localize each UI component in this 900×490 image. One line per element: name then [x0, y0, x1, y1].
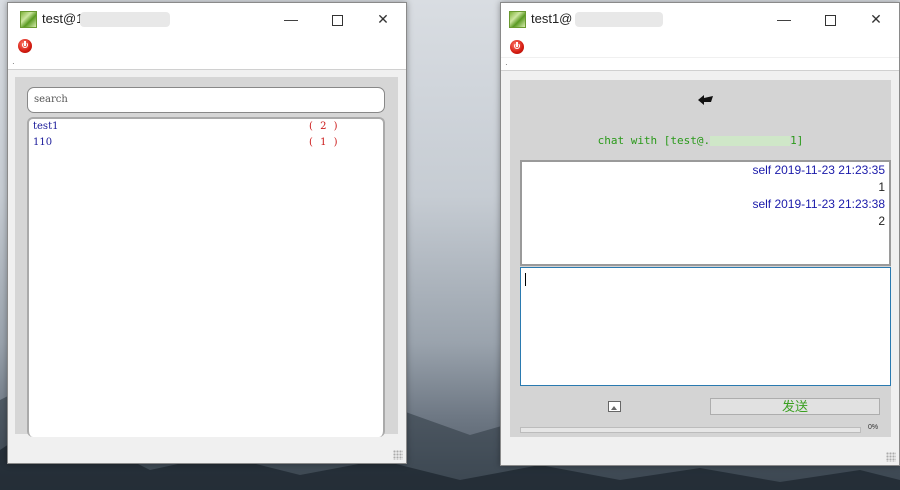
progress-percent: 0% [868, 424, 879, 431]
message: self 2019-11-23 21:23:38 2 [522, 196, 889, 230]
chat-with-label: chat with [test@. 1] [510, 134, 891, 147]
toolbar [501, 35, 899, 57]
contacts-window: test@1 — ✕ · search test1 ( 2 ) 110 ( 1 … [7, 2, 407, 464]
unread-count: ( 2 ) [309, 121, 340, 132]
menu-strip: · [8, 57, 406, 70]
message-body: 2 [878, 214, 885, 228]
chat-with-prefix: chat with [test@. [597, 134, 711, 147]
close-button[interactable]: ✕ [853, 3, 899, 35]
upload-progress-bar [520, 427, 861, 433]
contact-name: test1 [33, 121, 59, 132]
message-history[interactable]: self 2019-11-23 21:23:35 1 self 2019-11-… [520, 160, 891, 266]
minimize-icon: — [777, 11, 791, 27]
maximize-icon [331, 14, 343, 26]
minimize-icon: — [284, 11, 298, 27]
unread-count: ( 1 ) [309, 137, 340, 148]
resize-grip-icon[interactable] [886, 452, 896, 462]
minimize-button[interactable]: — [761, 3, 807, 35]
app-icon [20, 11, 37, 28]
text-caret [525, 273, 526, 286]
masked-address [710, 136, 791, 146]
window-title: test@1 [42, 11, 84, 26]
menu-dot: · [12, 59, 15, 68]
resize-grip-icon[interactable] [393, 450, 403, 460]
contact-name: 110 [33, 137, 53, 148]
close-icon: ✕ [870, 11, 882, 27]
list-item[interactable]: 110 ( 1 ) [33, 137, 379, 153]
message-body: 1 [878, 180, 885, 194]
maximize-button[interactable] [314, 3, 360, 35]
minimize-button[interactable]: — [268, 3, 314, 35]
list-item[interactable]: test1 ( 2 ) [33, 121, 379, 137]
app-icon [509, 11, 526, 28]
toolbar [8, 35, 406, 57]
menu-dot: · [505, 60, 508, 69]
window-title: test1@ [531, 11, 573, 26]
message-header: self 2019-11-23 21:23:35 [752, 163, 885, 177]
message: self 2019-11-23 21:23:35 1 [522, 162, 889, 196]
chat-with-suffix: 1] [790, 134, 804, 147]
chat-window: test1@ — ✕ · chat with [test@. 1] self 20… [500, 2, 900, 466]
back-arrow-icon[interactable] [696, 92, 716, 106]
close-icon: ✕ [377, 11, 389, 27]
search-input[interactable]: search [27, 87, 385, 113]
contacts-panel: search test1 ( 2 ) 110 ( 1 ) [15, 77, 398, 437]
masked-title-text [575, 12, 663, 27]
image-icon[interactable] [608, 401, 621, 412]
maximize-button[interactable] [807, 3, 853, 35]
title-bar[interactable]: test@1 — ✕ [8, 3, 406, 35]
title-bar[interactable]: test1@ — ✕ [501, 3, 899, 35]
message-input[interactable] [520, 267, 891, 386]
power-icon[interactable] [510, 40, 524, 54]
send-button[interactable]: 发送 [710, 398, 880, 415]
menu-strip: · [501, 58, 899, 71]
maximize-icon [824, 14, 836, 26]
power-icon[interactable] [18, 39, 32, 53]
message-header: self 2019-11-23 21:23:38 [752, 197, 885, 211]
masked-title-text [80, 12, 170, 27]
contact-list: test1 ( 2 ) 110 ( 1 ) [27, 117, 385, 437]
chat-panel: chat with [test@. 1] self 2019-11-23 21:2… [510, 80, 891, 437]
close-button[interactable]: ✕ [360, 3, 406, 35]
